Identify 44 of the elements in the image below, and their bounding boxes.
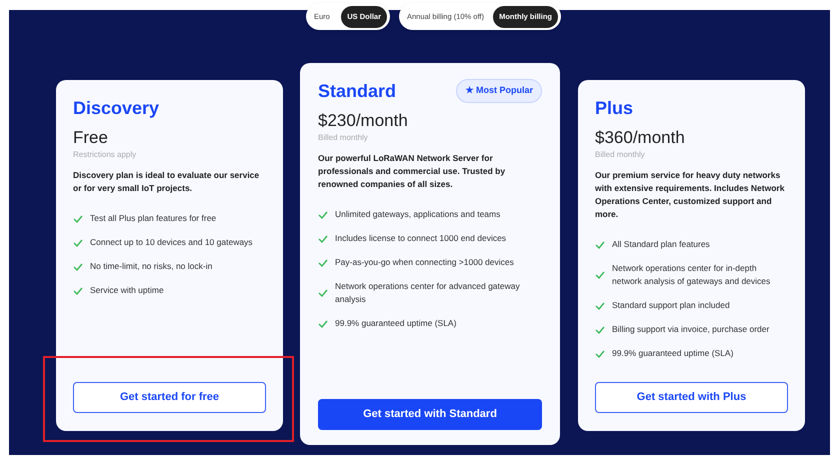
feature-text: Standard support plan included: [612, 299, 730, 312]
cta-button[interactable]: Get started with Plus: [595, 382, 788, 413]
feature-text: Network operations center for in-depth network analysis of gateways and devices: [612, 262, 772, 288]
plan-price: $360/month: [595, 127, 686, 149]
popular-badge: ★ Most Popular: [456, 79, 542, 103]
feature-text: Network operations center for advanced gateway analysis: [335, 280, 521, 306]
feature-text: 99.9% guaranteed uptime (SLA): [335, 317, 456, 330]
price-note: Billed monthly: [318, 132, 369, 144]
check-icon: [318, 234, 328, 242]
check-icon: [73, 262, 83, 270]
check-icon: [73, 286, 83, 294]
feature-text: Test all Plus plan features for free: [90, 212, 216, 225]
check-icon: [318, 320, 328, 328]
feature-text: Unlimited gateways, applications and teams: [335, 208, 500, 221]
cta-button[interactable]: Get started with Standard: [318, 399, 542, 430]
check-icon: [595, 350, 605, 358]
feature-text: Pay-as-you-go when connecting >1000 devices: [335, 256, 514, 269]
feature-text: Connect up to 10 devices and 10 gateways: [90, 236, 253, 249]
cta-button[interactable]: Get started for free: [73, 382, 266, 413]
feature-text: No time-limit, no risks, no lock-in: [90, 260, 212, 273]
check-icon: [318, 210, 328, 218]
feature-text: 99.9% guaranteed uptime (SLA): [612, 347, 734, 360]
feature-text: Service with uptime: [90, 284, 164, 297]
plan-price: $230/month: [318, 110, 409, 132]
price-note: Restrictions apply: [73, 149, 138, 161]
feature-text: All Standard plan features: [612, 238, 710, 251]
check-icon: [318, 289, 328, 297]
plan-description: Our powerful LoRaWAN Network Server for professionals and commercial use. Trusted by renowned companies of all sizes.: [318, 152, 506, 191]
check-icon: [595, 326, 605, 334]
check-icon: [595, 240, 605, 248]
check-icon: [595, 271, 605, 279]
check-icon: [318, 258, 328, 266]
check-icon: [73, 214, 83, 222]
plan-name: Plus: [595, 97, 634, 120]
plan-price: Free: [73, 127, 109, 149]
feature-text: Billing support via invoice, purchase order: [612, 323, 770, 336]
plan-description: Our premium service for heavy duty networks with extensive requirements. Includes Network Operations Center, customized support and more.: [595, 169, 786, 221]
plan-description: Discovery plan is ideal to evaluate our service or for very small IoT projects.: [73, 169, 260, 195]
plan-name: Discovery: [73, 97, 160, 120]
feature-text: Includes license to connect 1000 end devices: [335, 232, 506, 245]
check-icon: [73, 238, 83, 246]
plan-name: Standard: [318, 80, 396, 103]
check-icon: [595, 302, 605, 310]
price-note: Billed monthly: [595, 149, 646, 161]
